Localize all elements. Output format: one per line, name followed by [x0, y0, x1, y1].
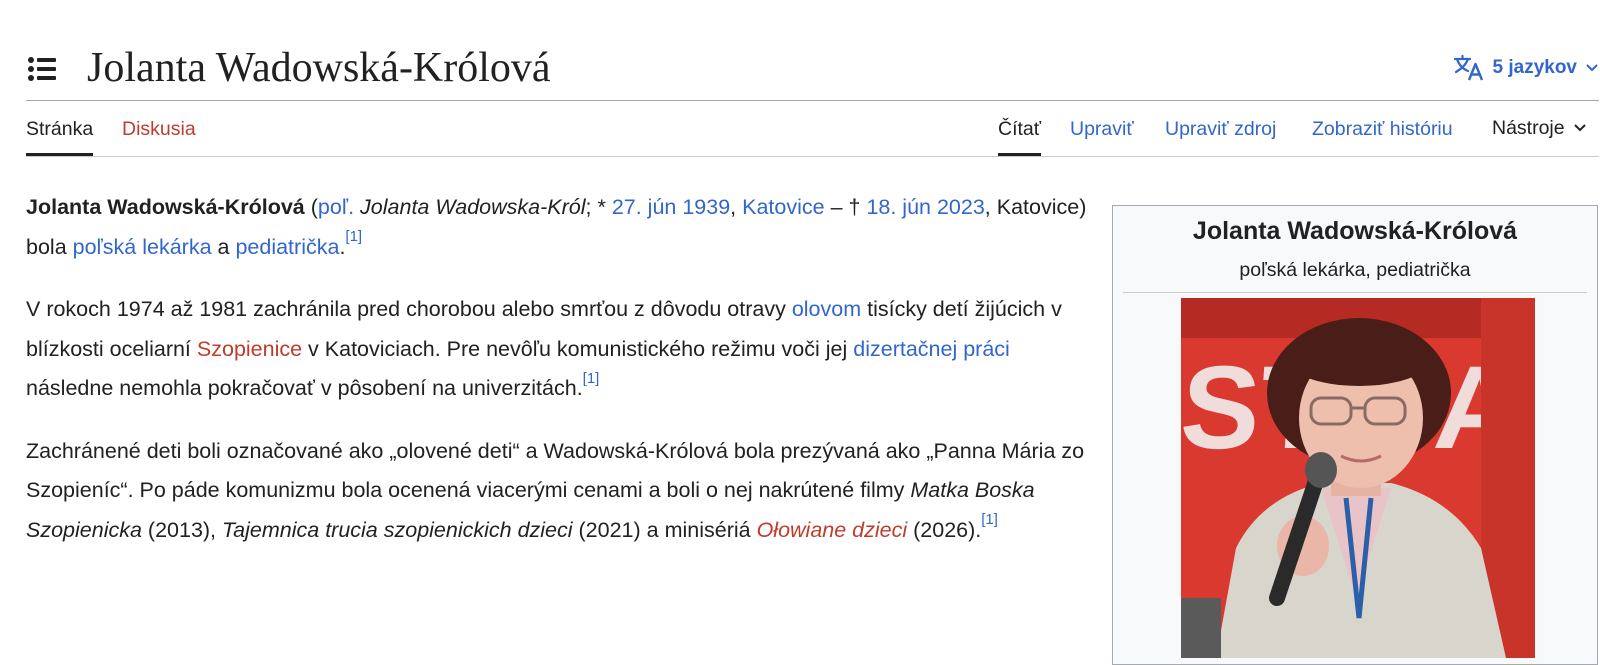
reference-link[interactable]: [1] — [583, 370, 600, 387]
chevron-down-icon — [1586, 64, 1598, 72]
tab-read[interactable]: Čítať — [998, 100, 1042, 156]
toc-toggle-button[interactable] — [26, 53, 58, 85]
list-icon — [28, 57, 56, 81]
tab-discussion[interactable]: Diskusia — [122, 100, 196, 156]
paragraph-lead-poisoning: V rokoch 1974 až 1981 zachránila pred ch… — [26, 297, 1062, 400]
link-dissertation[interactable]: dizertačnej práci — [853, 337, 1010, 361]
infobox-photo[interactable]: STIVAL — [1181, 298, 1535, 658]
language-count-label: 5 jazykov — [1492, 57, 1578, 78]
film-title: Tajemnica trucia szopienickich dzieci — [222, 517, 573, 542]
infobox-title: Jolanta Wadowská-Królová — [1192, 217, 1518, 245]
link-birth-date[interactable]: 27. jún 1939 — [612, 195, 730, 219]
tab-page[interactable]: Stránka — [26, 100, 94, 156]
language-button[interactable]: 5 jazykov — [1453, 53, 1600, 83]
link-lead[interactable]: olovom — [792, 297, 861, 321]
link-katovice[interactable]: Katovice — [742, 195, 824, 219]
reference-link[interactable]: [1] — [981, 511, 998, 528]
page-title: Jolanta Wadowská-Królová — [87, 45, 551, 91]
chevron-down-icon — [1573, 124, 1586, 132]
tools-menu-button[interactable]: Nástroje — [1492, 100, 1587, 156]
tab-edit[interactable]: Upraviť — [1070, 100, 1134, 156]
page-tabs: Stránka Diskusia Čítať Upraviť Upraviť z… — [26, 100, 1599, 157]
paragraph-intro: Jolanta Wadowská-Królová (poľ. Jolanta W… — [26, 195, 1087, 259]
article-body: Jolanta Wadowská-Królová (poľ. Jolanta W… — [26, 188, 1096, 573]
portrait-photo: STIVAL — [1181, 298, 1535, 658]
native-name: Jolanta Wadowska-Król — [360, 195, 586, 219]
page-header: Jolanta Wadowská-Królová 5 jazykov — [26, 38, 1599, 101]
article-subject: Jolanta Wadowská-Królová — [26, 195, 305, 219]
infobox: Jolanta Wadowská-Królová poľská lekárka,… — [1112, 205, 1598, 665]
link-death-date[interactable]: 18. jún 2023 — [866, 195, 984, 219]
paragraph-legacy: Zachránené deti boli označované ako „olo… — [26, 438, 1085, 542]
redlink-szopienice[interactable]: Szopienice — [197, 337, 302, 361]
infobox-subtitle: poľská lekárka, pediatrička — [1239, 259, 1471, 281]
link-polish-doctor[interactable]: poľská lekárka — [73, 235, 212, 259]
reference-link[interactable]: [1] — [345, 228, 362, 245]
link-polish-language[interactable]: poľ. — [318, 195, 354, 219]
infobox-divider — [1123, 292, 1587, 293]
translate-icon — [1453, 54, 1483, 81]
redlink-series[interactable]: Ołowiane dzieci — [757, 518, 908, 542]
link-pediatrician[interactable]: pediatrička — [235, 235, 339, 259]
tab-edit-source[interactable]: Upraviť zdroj — [1165, 100, 1276, 156]
tab-history[interactable]: Zobraziť históriu — [1312, 100, 1453, 156]
tools-label: Nástroje — [1492, 117, 1565, 139]
